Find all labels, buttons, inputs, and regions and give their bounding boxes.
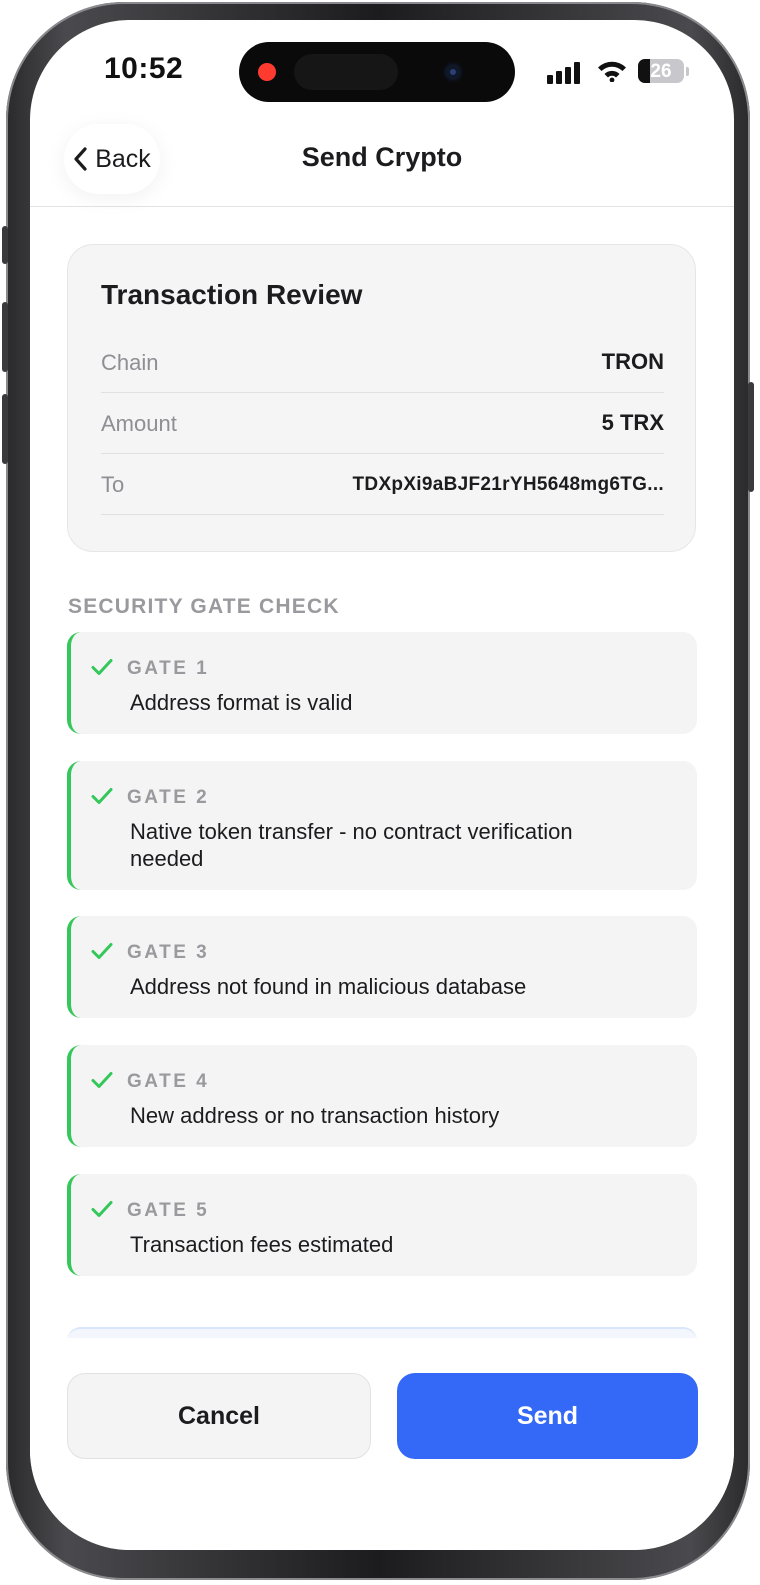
recording-indicator-icon <box>258 63 276 81</box>
recipient-address: TDXpXi9aBJF21rYH5648mg6TG... <box>352 474 664 495</box>
review-row-chain: Chain TRON <box>101 332 664 393</box>
gate-label: GATE 4 <box>127 1071 210 1092</box>
gate-description: New address or no transaction history <box>130 1103 500 1128</box>
status-bar: 10:52 26 <box>30 20 734 120</box>
checkmark-icon <box>91 1072 113 1088</box>
battery-percentage: 26 <box>650 61 672 82</box>
volume-up-button <box>2 302 8 372</box>
gate-card-2: GATE 2 Native token transfer - no contra… <box>67 761 697 890</box>
chain-value: TRON <box>601 349 664 374</box>
navigation-header: Back Send Crypto <box>30 120 734 207</box>
review-row-amount: Amount 5 TRX <box>101 393 664 454</box>
phone-frame: 10:52 26 Back Send Crypto Transaction Re… <box>2 2 754 1580</box>
security-gate-heading: SECURITY GATE CHECK <box>68 595 340 618</box>
review-row-recipient: To TDXpXi9aBJF21rYH5648mg6TG... <box>101 454 664 515</box>
action-button <box>2 226 8 264</box>
status-time: 10:52 <box>104 52 184 85</box>
review-title: Transaction Review <box>101 279 363 310</box>
amount-label: Amount <box>101 411 177 436</box>
action-bar: Cancel Send <box>30 1338 734 1550</box>
checkmark-icon <box>91 659 113 675</box>
checkmark-icon <box>91 943 113 959</box>
gate-description: Native token transfer - no contract veri… <box>130 819 573 871</box>
send-button[interactable]: Send <box>397 1373 698 1459</box>
gate-card-1: GATE 1 Address format is valid <box>67 632 697 734</box>
dynamic-island <box>239 42 515 102</box>
gate-description: Transaction fees estimated <box>130 1232 394 1257</box>
gate-label: GATE 1 <box>127 658 210 679</box>
app-screen: 10:52 26 Back Send Crypto Transaction Re… <box>30 20 734 1550</box>
power-button <box>748 382 754 492</box>
checkmark-icon <box>91 788 113 804</box>
wifi-icon <box>598 61 626 82</box>
gate-card-4: GATE 4 New address or no transaction his… <box>67 1045 697 1147</box>
recipient-label: To <box>101 472 125 497</box>
gate-label: GATE 3 <box>127 942 210 963</box>
amount-value: 5 TRX <box>601 410 664 435</box>
gate-label: GATE 2 <box>127 787 210 808</box>
gate-description: Address not found in malicious database <box>130 974 527 999</box>
checkmark-icon <box>91 1201 113 1217</box>
volume-down-button <box>2 394 8 464</box>
gate-description: Address format is valid <box>130 690 353 715</box>
battery-cap <box>686 67 689 76</box>
battery-icon: 26 <box>638 59 684 83</box>
chain-label: Chain <box>101 350 159 375</box>
gate-card-5: GATE 5 Transaction fees estimated <box>67 1174 697 1276</box>
front-camera-icon <box>445 64 461 80</box>
gate-card-3: GATE 3 Address not found in malicious da… <box>67 916 697 1018</box>
transaction-review-card: Transaction Review Chain TRON Amount 5 T… <box>67 244 696 552</box>
cellular-signal-icon <box>547 60 583 84</box>
page-title: Send Crypto <box>301 142 463 172</box>
cancel-button[interactable]: Cancel <box>67 1373 371 1459</box>
gate-label: GATE 5 <box>127 1200 210 1221</box>
island-activity <box>294 54 398 90</box>
